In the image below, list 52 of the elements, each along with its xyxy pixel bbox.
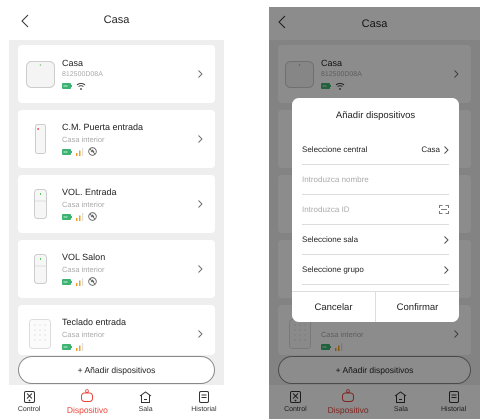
page-title: Casa bbox=[104, 14, 130, 26]
document-icon bbox=[198, 391, 209, 403]
chevron-icon bbox=[444, 266, 449, 274]
battery-icon bbox=[321, 344, 331, 350]
device-name: VOL. Entrada bbox=[62, 187, 118, 197]
device-icon bbox=[342, 389, 354, 402]
battery-icon bbox=[62, 278, 72, 284]
device-name: C.M. Puerta entrada bbox=[62, 122, 144, 132]
select-row[interactable]: Seleccione sala bbox=[302, 225, 449, 254]
chevron-icon bbox=[198, 70, 203, 78]
chevron-icon bbox=[198, 135, 203, 143]
chevron-icon bbox=[444, 146, 449, 154]
hub-icon bbox=[26, 60, 54, 88]
chevron-icon bbox=[198, 265, 203, 273]
panel-icon bbox=[24, 391, 35, 403]
input-field[interactable]: Introduzca nombre bbox=[302, 175, 449, 184]
device-name: Casa bbox=[321, 58, 344, 68]
chevron-icon bbox=[454, 70, 459, 78]
battery-icon bbox=[62, 214, 72, 220]
input-field[interactable]: Introduzca ID bbox=[302, 205, 439, 214]
tab[interactable]: Dispositivo bbox=[62, 389, 112, 415]
confirm-button[interactable]: Confirmar bbox=[375, 292, 459, 322]
hub-icon bbox=[285, 60, 314, 88]
battery-icon bbox=[62, 82, 72, 88]
battery-icon bbox=[62, 344, 72, 350]
chevron-icon bbox=[454, 330, 459, 338]
dialog-title: Añadir dispositivos bbox=[336, 110, 416, 121]
page-title: Casa bbox=[362, 18, 388, 30]
document-icon bbox=[448, 391, 459, 403]
select-row[interactable]: Seleccione central Casa bbox=[302, 135, 449, 164]
device-icon bbox=[81, 389, 94, 402]
back-icon[interactable] bbox=[278, 15, 286, 29]
battery-icon bbox=[321, 82, 331, 88]
device-name: Teclado entrada bbox=[62, 317, 128, 327]
device-name: VOL Salon bbox=[62, 252, 106, 262]
chevron-icon bbox=[198, 330, 203, 338]
keypad-icon bbox=[29, 319, 51, 349]
add-devices-button[interactable]: + Añadir dispositivos bbox=[18, 356, 215, 384]
add-devices-button[interactable]: + Añadir dispositivos bbox=[278, 356, 471, 384]
chevron-icon bbox=[444, 236, 449, 244]
back-icon[interactable] bbox=[21, 14, 29, 28]
sensor-icon bbox=[34, 124, 46, 154]
house-icon bbox=[139, 391, 152, 403]
sensor-icon bbox=[34, 189, 46, 219]
sensor-icon bbox=[34, 254, 46, 284]
chevron-icon bbox=[198, 200, 203, 208]
device-name: Casa bbox=[62, 58, 84, 68]
select-row[interactable]: Seleccione grupo bbox=[302, 255, 449, 284]
scan-icon[interactable] bbox=[439, 205, 449, 214]
battery-icon bbox=[62, 148, 72, 154]
panel-icon bbox=[290, 391, 301, 403]
house-icon bbox=[394, 391, 408, 403]
